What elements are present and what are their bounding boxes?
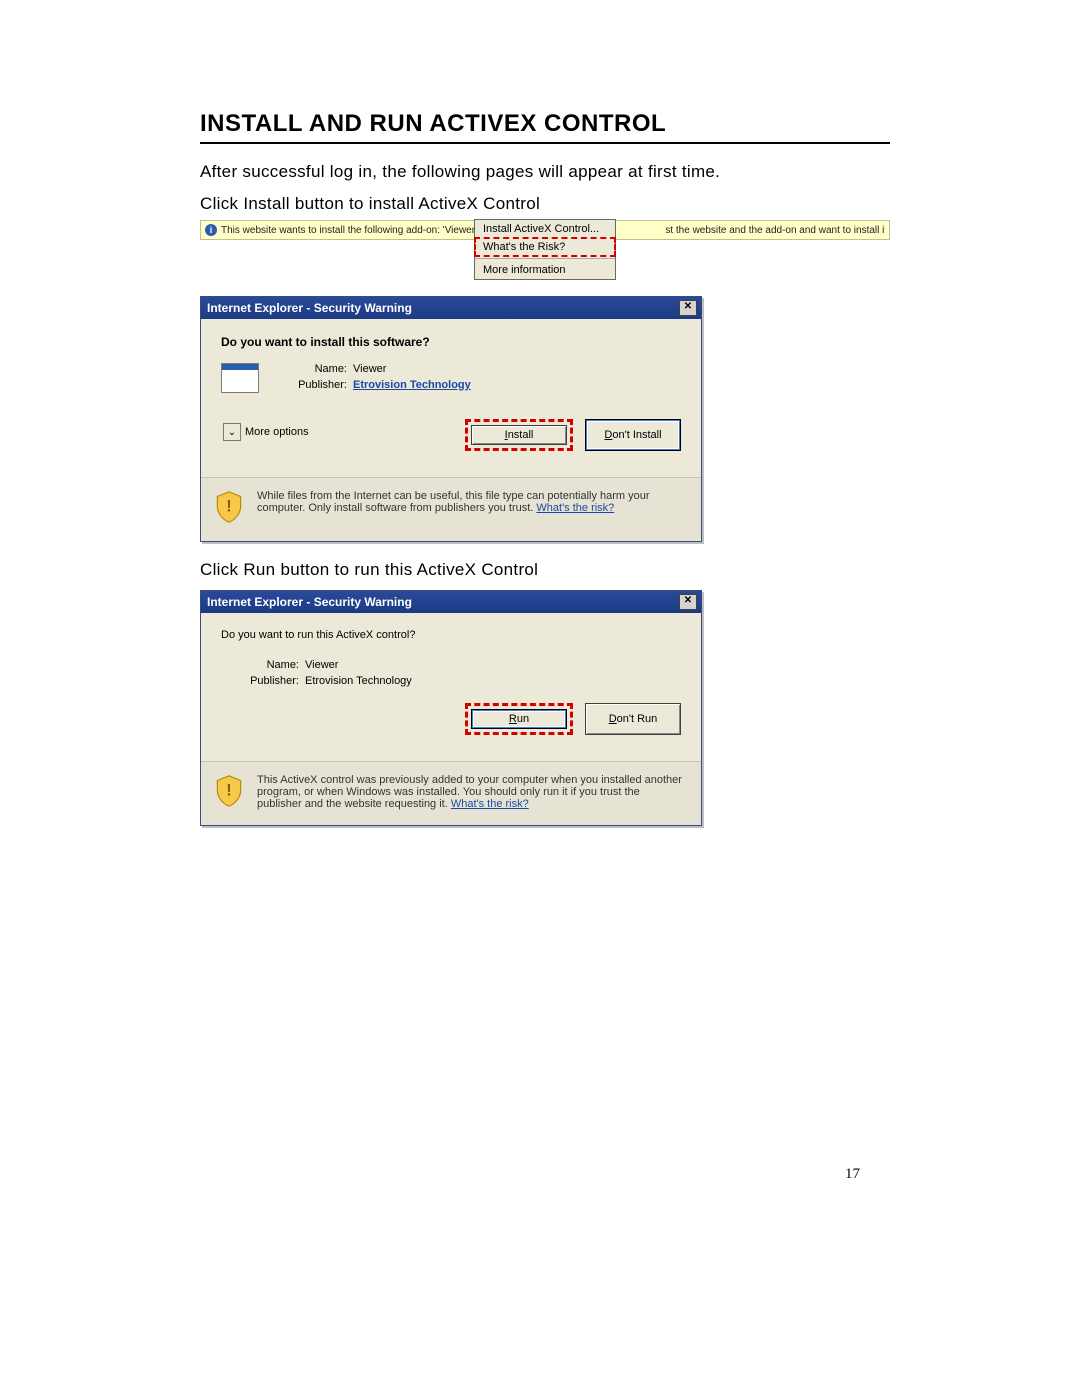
more-options[interactable]: ⌄ More options [223,423,309,441]
dialog-title: Internet Explorer - Security Warning [207,301,412,315]
menu-install-activex[interactable]: Install ActiveX Control... [475,220,615,238]
install-dialog: Internet Explorer - Security Warning ✕ D… [200,296,702,542]
section-heading: INSTALL AND RUN ACTIVEX CONTROL [200,110,890,144]
dialog-question: Do you want to install this software? [221,335,681,349]
whats-the-risk-link-2[interactable]: What's the risk? [451,798,529,810]
context-menu: Install ActiveX Control... What's the Ri… [474,219,616,280]
shield-icon-2: ! [215,774,243,811]
name-label: Name: [267,363,347,375]
menu-whats-the-risk[interactable]: What's the Risk? [475,238,615,256]
dialog2-footer: ! This ActiveX control was previously ad… [201,761,701,825]
software-icon [221,363,259,393]
dialog2-title: Internet Explorer - Security Warning [207,595,412,609]
dont-install-button[interactable]: Don't Install [585,419,681,451]
instruction-run: Click Run button to run this ActiveX Con… [200,560,890,580]
run-button[interactable]: Run [471,709,567,729]
whats-the-risk-link[interactable]: What's the risk? [536,502,614,514]
publisher-label: Publisher: [267,379,347,391]
footer-text-2: This ActiveX control was previously adde… [257,774,687,810]
shield-icon: ! [215,490,243,527]
dont-run-button[interactable]: Don't Run [585,703,681,735]
dialog2-question: Do you want to run this ActiveX control? [221,629,681,641]
publisher-value-2: Etrovision Technology [305,675,412,687]
page-number: 17 [200,1166,890,1183]
footer-text: While files from the Internet can be use… [257,490,687,514]
run-highlight: Run [465,703,573,735]
dialog-footer: ! While files from the Internet can be u… [201,477,701,541]
name-label-2: Name: [239,659,299,671]
publisher-label-2: Publisher: [239,675,299,687]
name-value-2: Viewer [305,659,338,671]
close-button[interactable]: ✕ [679,300,697,316]
chevron-down-icon[interactable]: ⌄ [223,423,241,441]
install-highlight: Install [465,419,573,451]
close-button-2[interactable]: ✕ [679,594,697,610]
svg-text:!: ! [226,782,231,800]
intro-text: After successful log in, the following p… [200,162,890,182]
menu-more-information[interactable]: More information [475,261,615,279]
dialog-titlebar: Internet Explorer - Security Warning ✕ [201,297,701,319]
run-dialog: Internet Explorer - Security Warning ✕ D… [200,590,702,826]
name-value: Viewer [353,363,386,375]
instruction-install: Click Install button to install ActiveX … [200,194,890,214]
dialog2-titlebar: Internet Explorer - Security Warning ✕ [201,591,701,613]
info-icon: i [205,224,217,236]
svg-text:!: ! [226,498,231,516]
publisher-link[interactable]: Etrovision Technology [353,379,471,391]
install-button[interactable]: Install [471,425,567,445]
menu-separator [475,258,615,259]
